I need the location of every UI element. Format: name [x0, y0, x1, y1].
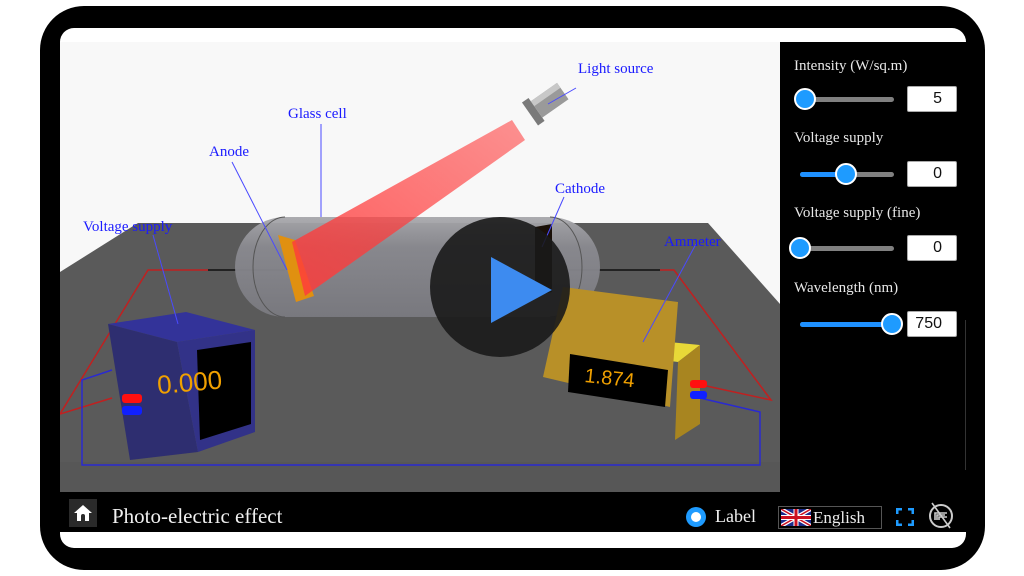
language-selector[interactable]: English	[778, 506, 882, 529]
wavelength-slider-fill	[800, 322, 894, 327]
label-glass-cell: Glass cell	[288, 106, 347, 122]
fullscreen-icon	[895, 507, 915, 527]
label-anode: Anode	[209, 144, 249, 160]
panel-scroll-edge	[965, 320, 966, 470]
wavelength-label: Wavelength (nm)	[794, 280, 899, 296]
voltage-fine-value-field[interactable]: 0	[907, 235, 957, 261]
voltmeter-reading: 0.000	[156, 364, 223, 400]
voltage-supply-value-field[interactable]: 0	[907, 161, 957, 187]
voltage-fine-slider-track[interactable]	[800, 246, 894, 251]
table-bottom	[60, 462, 780, 492]
home-button[interactable]	[69, 499, 97, 527]
uk-flag-icon	[781, 509, 811, 526]
wavelength-slider-handle[interactable]	[881, 313, 903, 335]
label-toggle-text[interactable]: Label	[715, 506, 756, 527]
control-panel: Intensity (W/sq.m) 5 Voltage supply 0 Vo…	[780, 42, 966, 492]
intensity-label: Intensity (W/sq.m)	[794, 58, 908, 74]
voltage-fine-label: Voltage supply (fine)	[794, 205, 921, 221]
play-button[interactable]	[430, 217, 570, 357]
bottom-bar: Photo-electric effect Label English	[60, 492, 966, 532]
simulation-canvas[interactable]: 0.000 1.874 Light source Glass cell Anod…	[60, 42, 780, 492]
label-cathode: Cathode	[555, 181, 605, 197]
hide-panel-icon	[929, 502, 953, 529]
intensity-value-field[interactable]: 5	[907, 86, 957, 112]
voltage-fine-slider-handle[interactable]	[789, 237, 811, 259]
voltage-supply-label: Voltage supply	[794, 130, 884, 146]
label-toggle-radio[interactable]	[686, 507, 706, 527]
voltage-supply-slider-handle[interactable]	[835, 163, 857, 185]
language-label: English	[813, 508, 865, 527]
label-voltage-supply: Voltage supply	[83, 219, 173, 235]
screen-bottom-edge	[60, 532, 966, 548]
label-ammeter: Ammeter	[664, 234, 721, 250]
label-light-source: Light source	[578, 61, 654, 77]
intensity-slider-track[interactable]	[804, 97, 894, 102]
wavelength-value-field[interactable]: 750	[907, 311, 957, 337]
intensity-slider-handle[interactable]	[794, 88, 816, 110]
light-source	[521, 82, 569, 126]
app-title: Photo-electric effect	[112, 504, 283, 528]
fullscreen-button[interactable]	[895, 507, 915, 527]
home-icon	[74, 505, 92, 521]
hide-panel-button[interactable]	[926, 500, 956, 530]
